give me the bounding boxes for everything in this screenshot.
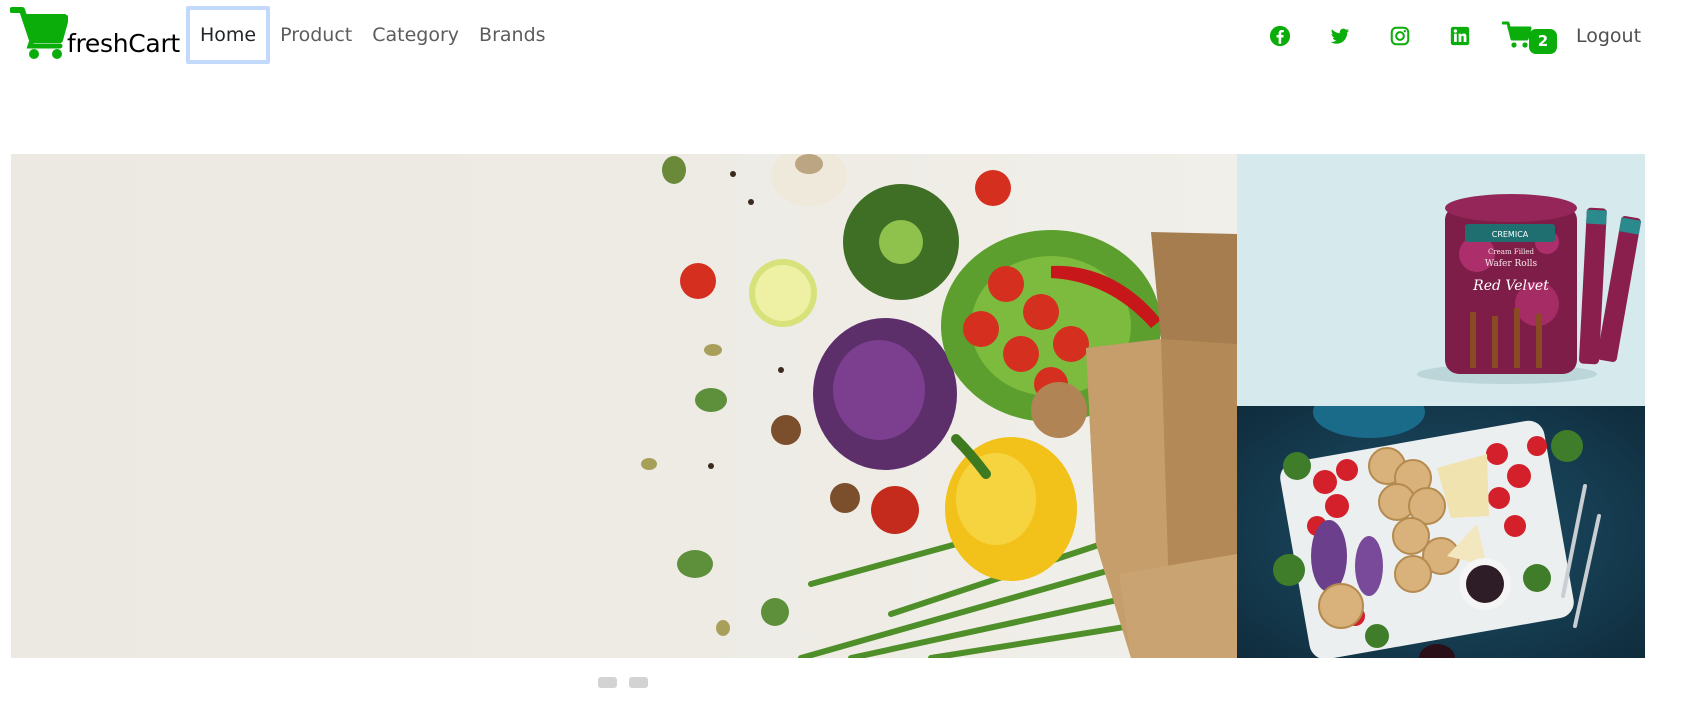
brand-name: freshCart [67, 29, 180, 58]
nav-link-brands[interactable]: Brands [469, 6, 556, 64]
wafer-flavour-text: Red Velvet [1472, 278, 1549, 294]
wafer-line1-text: Cream Filled [1488, 248, 1535, 256]
nav-link-category[interactable]: Category [362, 6, 469, 64]
instagram-icon[interactable] [1388, 24, 1412, 48]
nav-link-home[interactable]: Home [186, 6, 271, 64]
side-banner-platter[interactable] [1237, 406, 1645, 658]
header-actions: 2 Logout [1258, 12, 1641, 60]
logout-link[interactable]: Logout [1576, 25, 1641, 47]
slider-pagination [598, 677, 660, 688]
main-nav: Home Product Category Brands [186, 6, 556, 64]
linkedin-icon[interactable] [1448, 24, 1472, 48]
cheese-cracker-platter-image [1273, 406, 1601, 658]
twitter-icon[interactable] [1328, 24, 1352, 48]
grocery-vegetables-bag-image [641, 154, 1237, 658]
brand-logo[interactable]: freshCart [10, 6, 180, 60]
slider-dot-2[interactable] [629, 677, 648, 688]
side-banner-wafer[interactable]: CREMICA Cream Filled Wafer Rolls Red Vel… [1237, 154, 1645, 406]
nav-link-product[interactable]: Product [270, 6, 362, 64]
cart-icon [1502, 21, 1532, 48]
wafer-brand-text: CREMICA [1492, 230, 1529, 239]
main-slider-image[interactable] [11, 154, 1237, 658]
red-velvet-wafer-rolls-image: CREMICA Cream Filled Wafer Rolls Red Vel… [1417, 194, 1642, 384]
shopping-cart-icon [10, 7, 68, 59]
wafer-line2-text: Wafer Rolls [1485, 259, 1538, 269]
facebook-icon[interactable] [1268, 24, 1292, 48]
navbar: freshCart Home Product Category Brands 2 [0, 0, 1695, 72]
cart-button[interactable]: 2 [1502, 19, 1560, 54]
slider-dot-1[interactable] [598, 677, 617, 688]
cart-count-badge: 2 [1529, 29, 1557, 54]
